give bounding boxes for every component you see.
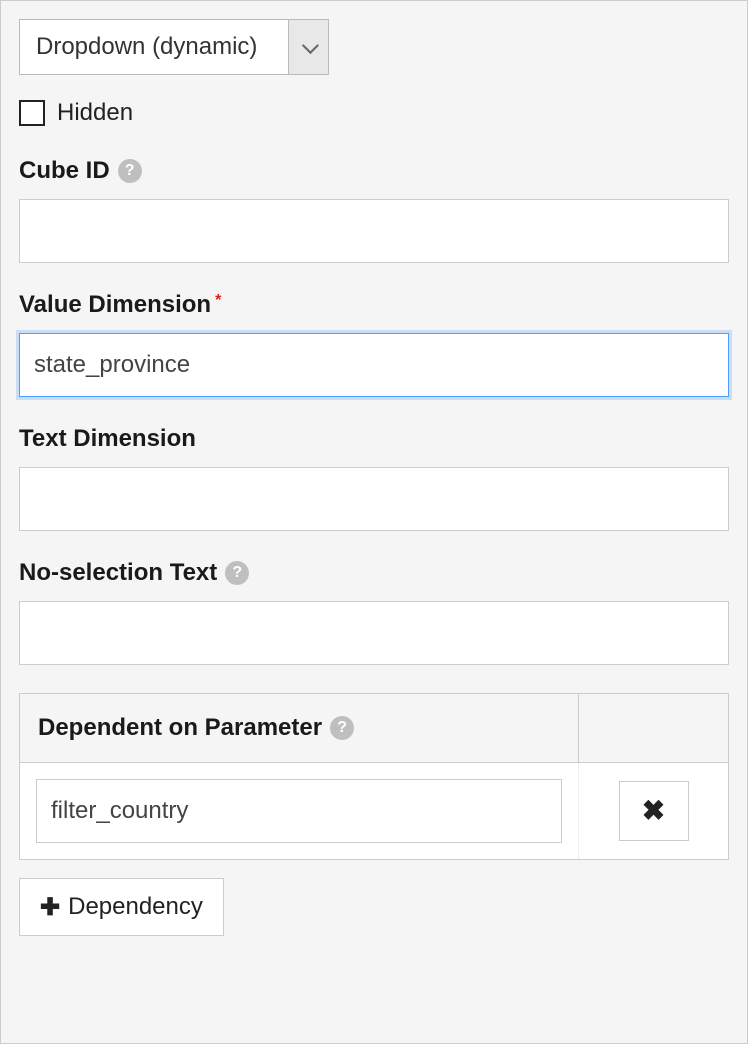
dependencies-header: Dependent on Parameter ?: [20, 694, 728, 763]
type-select[interactable]: Dropdown (dynamic): [19, 19, 729, 75]
close-icon: ✖: [642, 797, 665, 825]
add-dependency-button[interactable]: ✚ Dependency: [19, 878, 224, 936]
remove-dependency-button[interactable]: ✖: [619, 781, 689, 841]
required-indicator: *: [215, 292, 221, 310]
help-icon[interactable]: ?: [330, 716, 354, 740]
hidden-checkbox-row: Hidden: [19, 99, 729, 127]
text-dimension-field: Text Dimension: [19, 425, 729, 531]
dependency-value-cell: [20, 763, 578, 859]
text-dimension-input[interactable]: [19, 467, 729, 531]
cube-id-input[interactable]: [19, 199, 729, 263]
type-select-dropdown-button[interactable]: [289, 19, 329, 75]
dependency-action-cell: ✖: [578, 763, 728, 859]
add-dependency-label: Dependency: [68, 893, 203, 921]
plus-icon: ✚: [40, 893, 60, 922]
hidden-checkbox[interactable]: [19, 100, 45, 126]
value-dimension-input[interactable]: [19, 333, 729, 397]
help-icon[interactable]: ?: [118, 159, 142, 183]
help-icon[interactable]: ?: [225, 561, 249, 585]
cube-id-label: Cube ID: [19, 157, 110, 185]
text-dimension-label: Text Dimension: [19, 425, 196, 453]
value-dimension-label: Value Dimension: [19, 291, 211, 319]
dependencies-header-label: Dependent on Parameter: [38, 714, 322, 742]
dependencies-table: Dependent on Parameter ? ✖: [19, 693, 729, 860]
type-select-value: Dropdown (dynamic): [19, 19, 289, 75]
no-selection-input[interactable]: [19, 601, 729, 665]
cube-id-field: Cube ID ?: [19, 157, 729, 263]
dependencies-section: Dependent on Parameter ? ✖ ✚ Dependency: [19, 693, 729, 936]
dependency-input[interactable]: [36, 779, 562, 843]
chevron-down-icon: [301, 37, 318, 54]
parameter-config-panel: Dropdown (dynamic) Hidden Cube ID ? Valu…: [0, 0, 748, 1044]
value-dimension-field: Value Dimension *: [19, 291, 729, 397]
dependencies-header-action-col: [578, 694, 728, 762]
no-selection-label: No-selection Text: [19, 559, 217, 587]
dependency-row: ✖: [20, 763, 728, 859]
no-selection-field: No-selection Text ?: [19, 559, 729, 665]
hidden-label: Hidden: [57, 99, 133, 127]
